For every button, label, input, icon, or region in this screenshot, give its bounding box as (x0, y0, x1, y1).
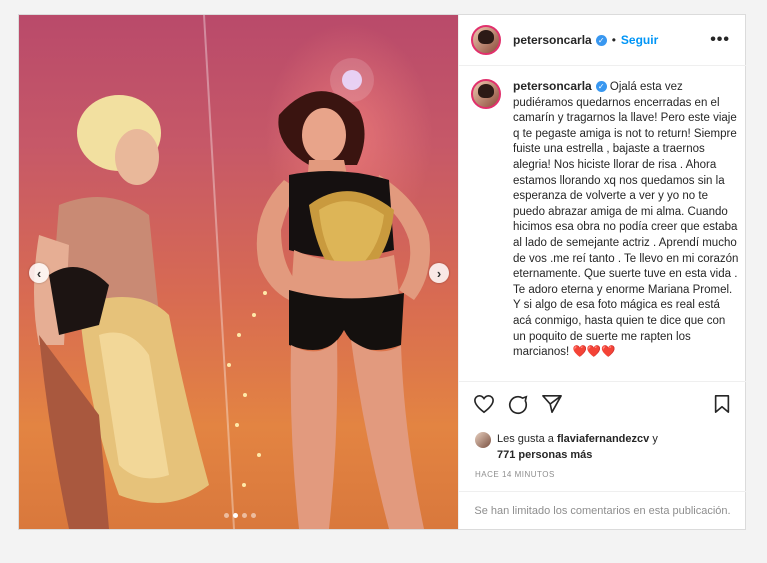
carousel-indicator (224, 513, 256, 518)
carousel-dot (242, 513, 247, 518)
chevron-right-icon: › (436, 265, 442, 281)
carousel-prev-button[interactable]: ‹ (29, 263, 49, 283)
likes-join: y (652, 433, 658, 445)
heart-emoji-icon: ❤️❤️❤️ (572, 346, 616, 359)
chevron-left-icon: ‹ (36, 265, 42, 281)
comment-icon[interactable] (507, 394, 529, 416)
action-bar (459, 381, 746, 420)
carousel-dot (224, 513, 229, 518)
stage-photo-illustration (34, 15, 430, 529)
separator-dot: • (611, 33, 616, 47)
more-options-icon[interactable]: ••• (710, 31, 730, 49)
avatar[interactable] (471, 79, 501, 109)
verified-badge-icon: ✓ (595, 81, 607, 93)
verified-badge-icon: ✓ (595, 34, 607, 46)
liker-username-link[interactable]: flaviafernandezcv (557, 433, 649, 445)
likes-prefix: Les gusta a (497, 433, 554, 445)
post-timestamp[interactable]: HACE 14 MINUTOS (475, 470, 555, 479)
likes-summary: Les gusta a flaviafernandezcv y 771 pers… (475, 431, 658, 463)
follow-button[interactable]: Seguir (621, 33, 658, 47)
instagram-post: ‹ › petersoncarla ✓ • Seguir ••• peterso… (18, 14, 746, 530)
carousel-dot (251, 513, 256, 518)
username-link[interactable]: petersoncarla (513, 33, 592, 47)
caption-username-link[interactable]: petersoncarla (513, 79, 592, 93)
caption-text: Ojalá esta vez pudiéramos quedarnos ence… (513, 81, 739, 359)
carousel-dot-active (233, 513, 238, 518)
comments-limited-notice: Se han limitado los comentarios en esta … (459, 491, 746, 530)
post-sidebar: petersoncarla ✓ • Seguir ••• petersoncar… (458, 15, 746, 529)
post-photo[interactable]: ‹ › (19, 15, 458, 529)
caption-text-block: petersoncarla ✓ Ojalá esta vez pudiéramos… (513, 79, 739, 361)
caption: petersoncarla ✓ Ojalá esta vez pudiéramos… (471, 79, 739, 361)
paper-plane-icon[interactable] (541, 394, 563, 414)
heart-icon[interactable] (473, 394, 495, 414)
post-header: petersoncarla ✓ • Seguir ••• (459, 15, 746, 66)
carousel-next-button[interactable]: › (429, 263, 449, 283)
avatar[interactable] (471, 25, 501, 55)
bookmark-icon[interactable] (713, 394, 731, 414)
likes-count-link[interactable]: 771 personas más (497, 449, 592, 461)
avatar[interactable] (475, 432, 491, 448)
